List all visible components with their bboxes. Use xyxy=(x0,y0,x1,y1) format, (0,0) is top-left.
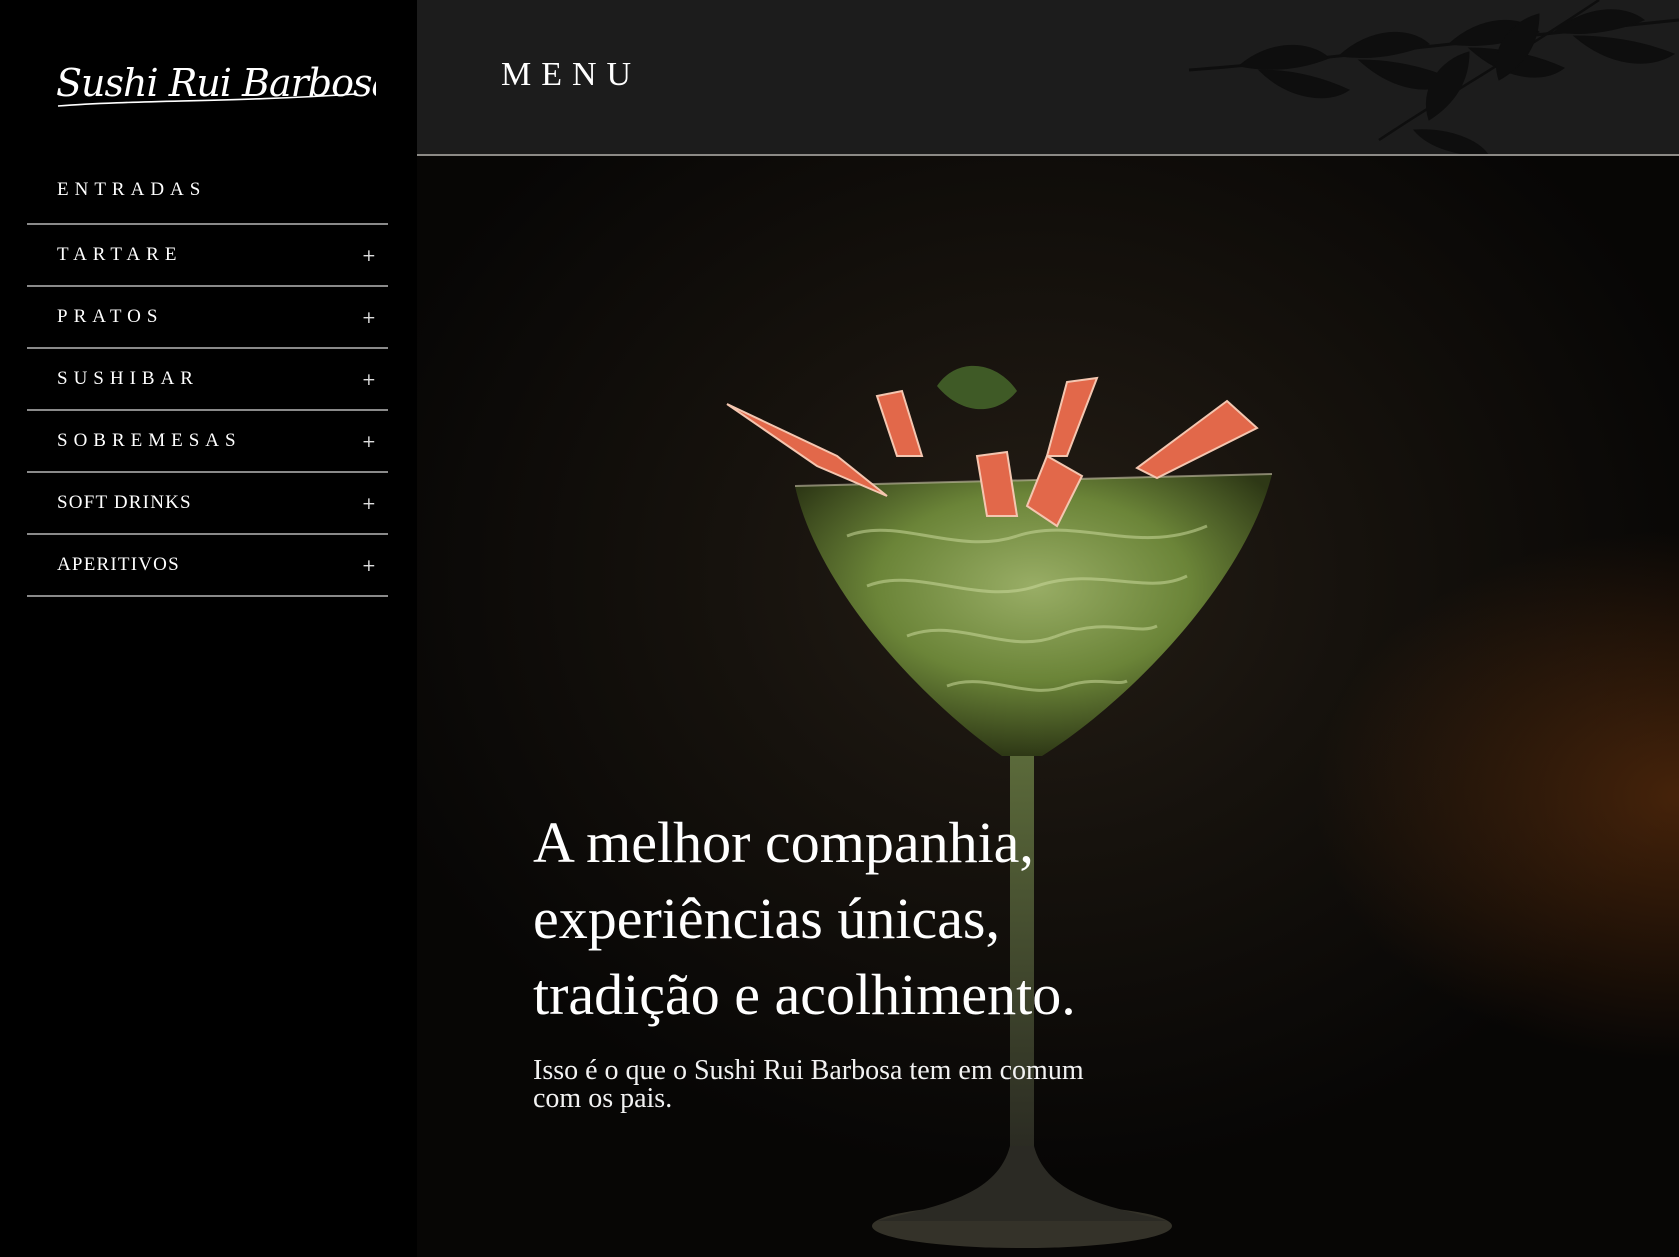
plus-icon[interactable]: + xyxy=(362,370,376,390)
top-header: MENU xyxy=(417,0,1679,156)
menu-category-nav: ENTRADAS TARTARE + PRATOS + SUSHIBAR + S… xyxy=(27,157,388,597)
hero-section: A melhor companhia, experiências únicas,… xyxy=(417,156,1679,1257)
nav-item-label: SOFT DRINKS xyxy=(57,492,192,513)
nav-item-sushibar[interactable]: SUSHIBAR + xyxy=(27,349,388,411)
plus-icon[interactable]: + xyxy=(362,494,376,514)
nav-item-label: SUSHIBAR xyxy=(57,368,199,389)
nav-item-label: SOBREMESAS xyxy=(57,430,242,451)
nav-item-label: ENTRADAS xyxy=(57,179,207,200)
nav-item-aperitivos[interactable]: APERITIVOS + xyxy=(27,535,388,597)
nav-item-entradas[interactable]: ENTRADAS xyxy=(27,157,388,225)
logo-text: Sushi Rui Barbosa xyxy=(56,61,376,105)
nav-item-soft-drinks[interactable]: SOFT DRINKS + xyxy=(27,473,388,535)
nav-item-pratos[interactable]: PRATOS + xyxy=(27,287,388,349)
nav-item-label: TARTARE xyxy=(57,244,183,265)
page-title: MENU xyxy=(501,56,642,93)
leaves-decoration xyxy=(1188,0,1679,154)
nav-item-tartare[interactable]: TARTARE + xyxy=(27,225,388,287)
hero-heading: A melhor companhia, experiências únicas,… xyxy=(533,810,1076,1027)
plus-icon[interactable]: + xyxy=(362,246,376,266)
plus-icon[interactable]: + xyxy=(362,432,376,452)
page: Sushi Rui Barbosa ENTRADAS TARTARE + PRA… xyxy=(0,0,1679,1257)
nav-item-sobremesas[interactable]: SOBREMESAS + xyxy=(27,411,388,473)
logo[interactable]: Sushi Rui Barbosa xyxy=(56,44,376,134)
nav-item-label: APERITIVOS xyxy=(57,554,180,575)
hero-subtitle: Isso é o que o Sushi Rui Barbosa tem em … xyxy=(533,1055,1084,1114)
plus-icon[interactable]: + xyxy=(362,308,376,328)
nav-item-label: PRATOS xyxy=(57,306,164,327)
plus-icon[interactable]: + xyxy=(362,556,376,576)
sidebar: Sushi Rui Barbosa ENTRADAS TARTARE + PRA… xyxy=(0,0,417,1257)
